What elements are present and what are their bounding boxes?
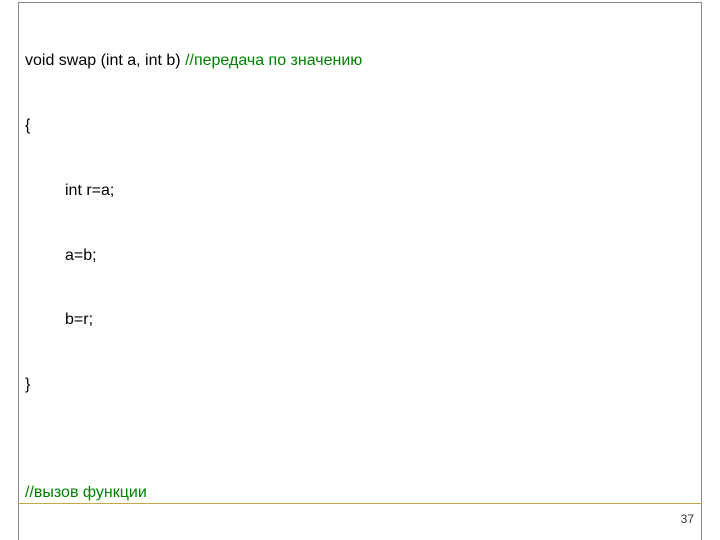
code-comment-1: //передача по значению [185, 52, 362, 69]
code-block: void swap (int a, int b) //передача по з… [18, 2, 702, 540]
code-line-3: int r=a; [25, 180, 695, 202]
code-signature: void swap (int a, int b) [25, 52, 185, 69]
footer-rule [18, 503, 702, 504]
code-line-6: } [25, 374, 695, 396]
code-line-5: b=r; [25, 309, 695, 331]
code-line-2: { [25, 115, 695, 137]
code-line-4: a=b; [25, 245, 695, 267]
slide-frame: void swap (int a, int b) //передача по з… [18, 2, 702, 504]
page-number: 37 [681, 512, 694, 526]
code-comment-2: //вызов функции [25, 482, 695, 504]
code-line-1: void swap (int a, int b) //передача по з… [25, 50, 695, 72]
